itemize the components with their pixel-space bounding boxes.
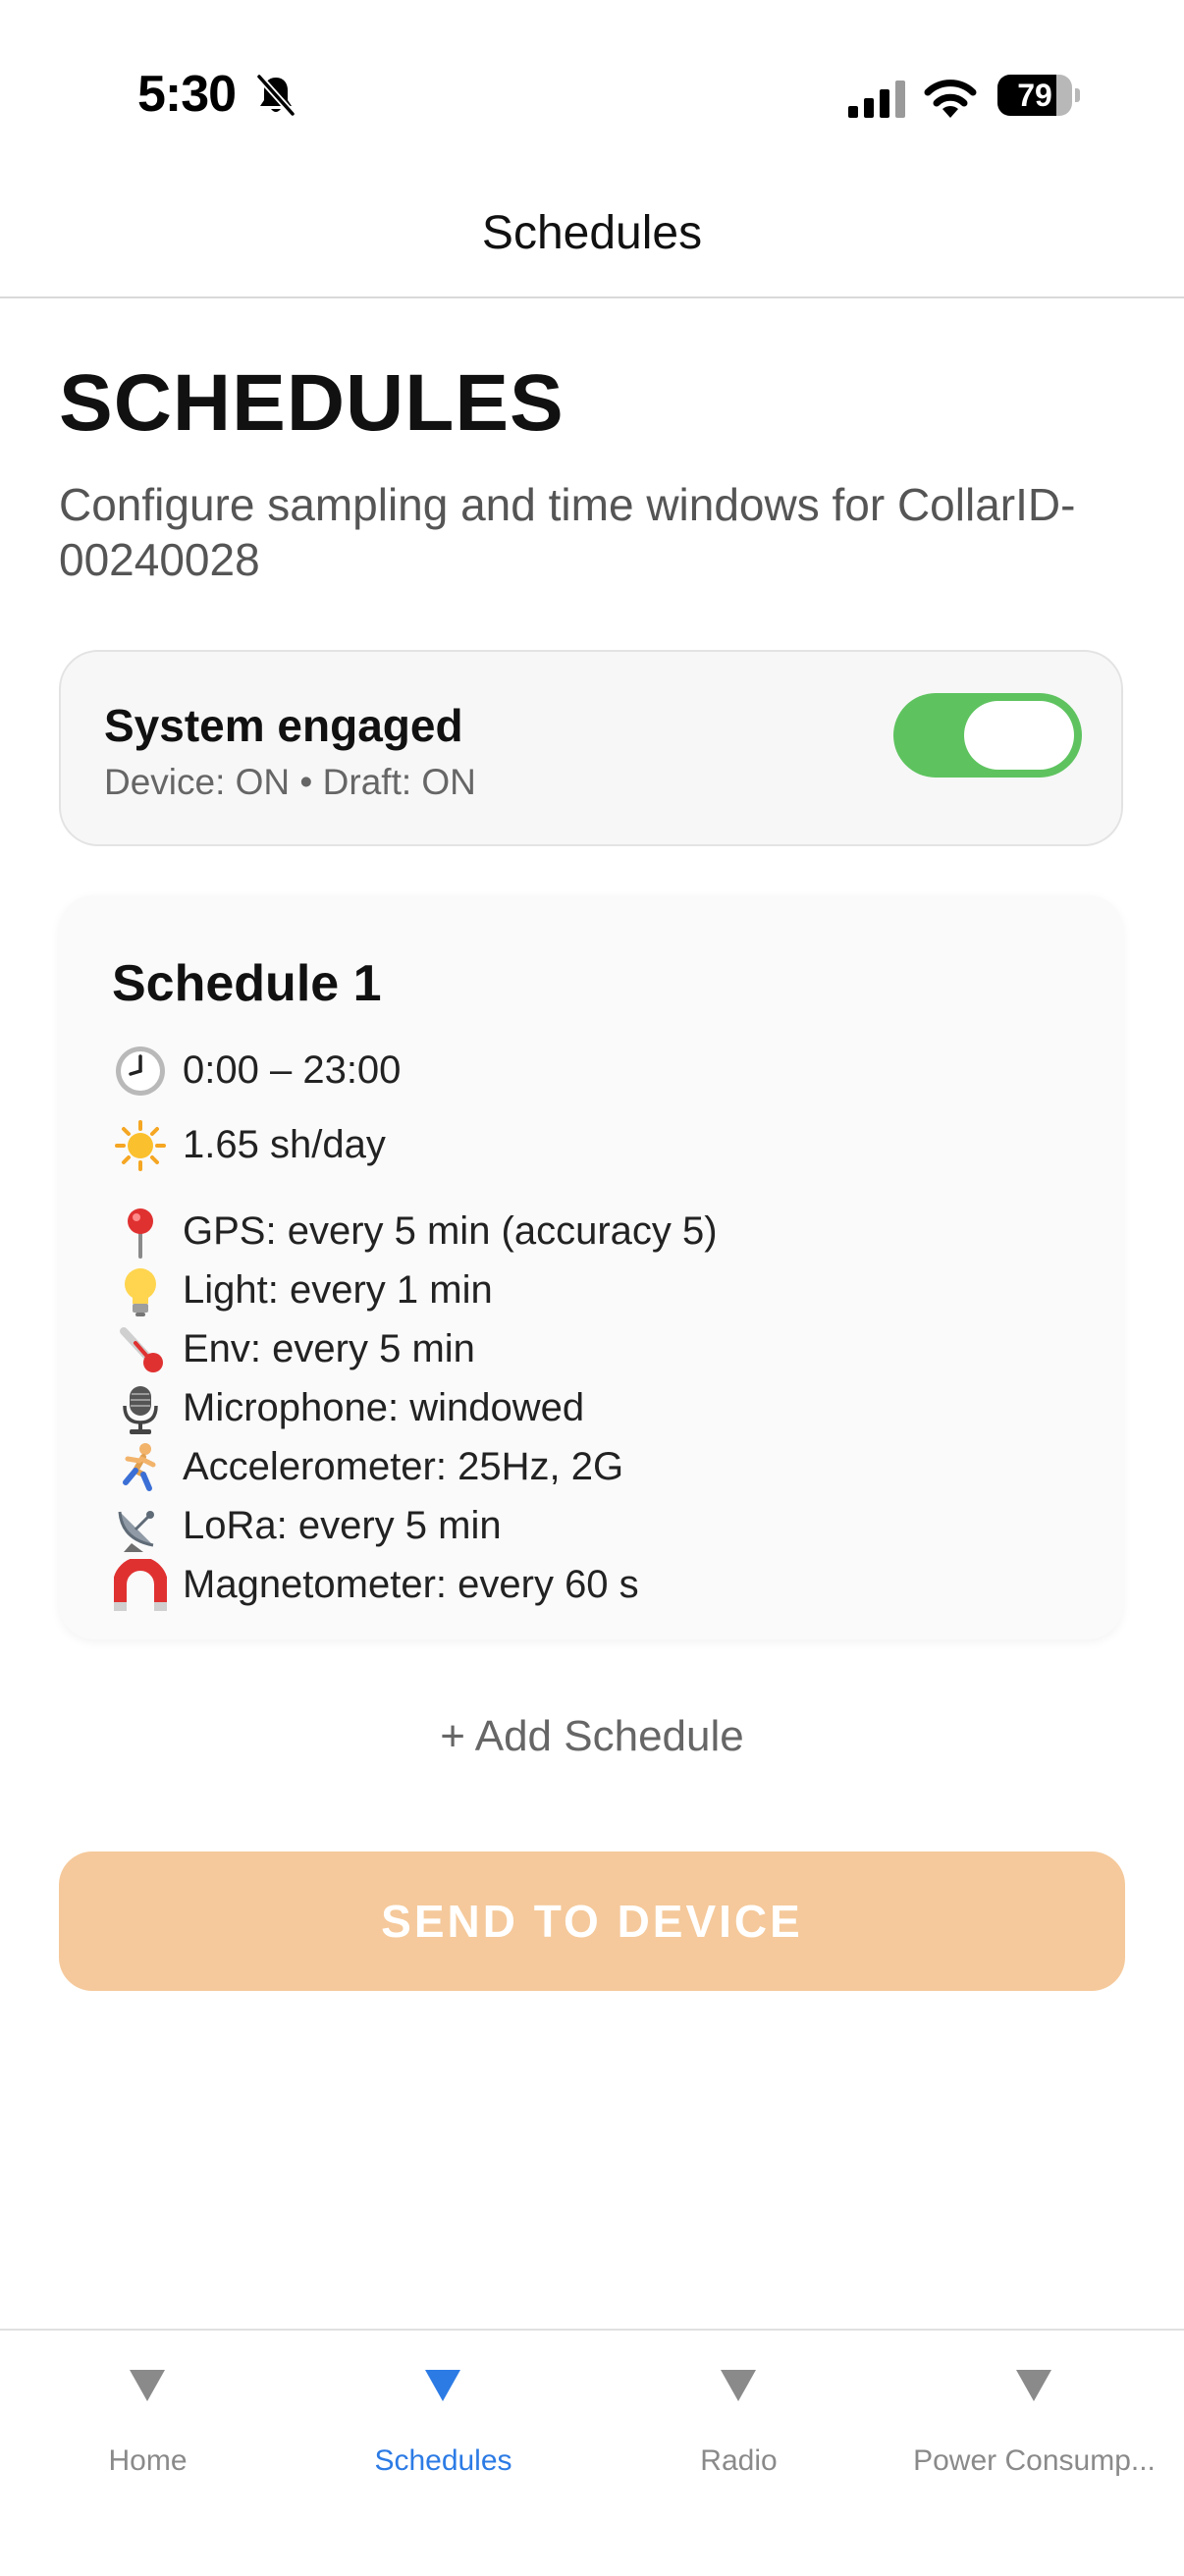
sensor-row-accelerometer: Accelerometer: 25Hz, 2G (114, 1439, 623, 1494)
satellite-dish-icon (114, 1498, 171, 1553)
schedule-time-window: 0:00 – 23:00 (114, 1043, 401, 1098)
sensor-row-microphone: Microphone: windowed (114, 1380, 584, 1435)
battery-icon: 79 (997, 75, 1080, 116)
microphone-icon (114, 1380, 171, 1435)
tab-radio[interactable]: Radio (591, 2331, 887, 2527)
status-bar: 5:30 79 (0, 0, 1184, 187)
sensor-row-lora: LoRa: every 5 min (114, 1498, 502, 1553)
clock-icon (114, 1043, 171, 1098)
bell-off-icon (256, 74, 296, 117)
schedule-sun-hours: 1.65 sh/day (114, 1117, 386, 1172)
tab-radio-icon (721, 2370, 756, 2401)
sun-icon (114, 1117, 171, 1172)
wifi-icon (924, 80, 977, 118)
tab-home-icon (130, 2370, 165, 2401)
sensor-gps-text: GPS: every 5 min (accuracy 5) (183, 1209, 718, 1253)
sensor-row-env: Env: every 5 min (114, 1321, 475, 1376)
sensor-light-text: Light: every 1 min (183, 1268, 493, 1312)
sensor-row-magnetometer: Magnetometer: every 60 s (114, 1557, 639, 1612)
tab-radio-label: Radio (700, 2444, 778, 2477)
pin-icon (114, 1204, 171, 1259)
sensor-env-text: Env: every 5 min (183, 1327, 475, 1370)
page-title: SCHEDULES (59, 358, 565, 448)
tab-power-consumption-label: Power Consump... (913, 2444, 1156, 2477)
tab-home[interactable]: Home (0, 2331, 296, 2527)
sensor-row-gps: GPS: every 5 min (accuracy 5) (114, 1204, 718, 1259)
magnet-icon (114, 1557, 171, 1612)
schedule-sun-hours-text: 1.65 sh/day (183, 1123, 386, 1166)
tab-schedules[interactable]: Schedules (296, 2331, 591, 2527)
system-engaged-status: Device: ON • Draft: ON (104, 762, 476, 802)
nav-divider (0, 296, 1184, 298)
sensor-row-light: Light: every 1 min (114, 1262, 493, 1317)
cellular-signal-icon (848, 80, 905, 118)
tab-bar: Home Schedules Radio Power Consump... (0, 2329, 1184, 2576)
tab-power-consumption-icon (1016, 2370, 1051, 2401)
tab-schedules-icon (425, 2370, 460, 2401)
schedule-title: Schedule 1 (112, 955, 382, 1012)
battery-level: 79 (1017, 78, 1052, 113)
sensor-lora-text: LoRa: every 5 min (183, 1504, 502, 1547)
system-engaged-toggle[interactable] (893, 693, 1082, 778)
toggle-knob (964, 701, 1074, 770)
system-engaged-title: System engaged (104, 700, 463, 751)
schedule-time-window-text: 0:00 – 23:00 (183, 1048, 402, 1092)
send-to-device-button[interactable]: SEND TO DEVICE (59, 1852, 1125, 1991)
lightbulb-icon (114, 1262, 171, 1317)
system-engaged-card: System engaged Device: ON • Draft: ON (59, 650, 1123, 846)
runner-icon (114, 1439, 171, 1494)
page-subtitle: Configure sampling and time windows for … (59, 479, 1076, 585)
nav-title: Schedules (481, 207, 703, 259)
thermometer-icon (114, 1321, 171, 1376)
tab-power-consumption[interactable]: Power Consump... (887, 2331, 1182, 2527)
sensor-accelerometer-text: Accelerometer: 25Hz, 2G (183, 1445, 624, 1488)
status-time: 5:30 (137, 66, 237, 123)
sensor-magnetometer-text: Magnetometer: every 60 s (183, 1563, 639, 1606)
add-schedule-button[interactable]: + Add Schedule (0, 1712, 1184, 1761)
schedule-card[interactable]: Schedule 1 0:00 – 23:00 1.65 sh/day GPS:… (59, 895, 1123, 1639)
tab-home-label: Home (108, 2444, 188, 2477)
tab-schedules-label: Schedules (374, 2444, 512, 2477)
sensor-microphone-text: Microphone: windowed (183, 1386, 585, 1429)
